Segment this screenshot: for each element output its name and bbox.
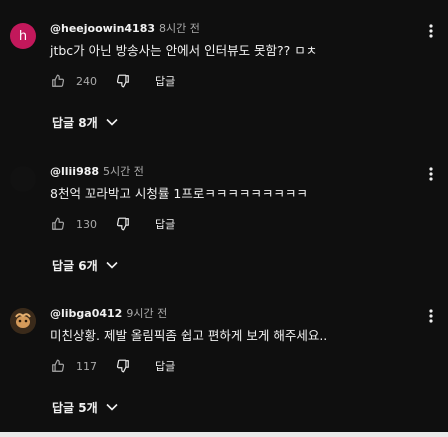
avatar-image bbox=[10, 308, 36, 334]
reply-button[interactable]: 답글 bbox=[155, 358, 175, 374]
replies-label: 답글 5개 bbox=[52, 400, 98, 415]
thumbs-up-icon[interactable] bbox=[50, 358, 66, 374]
like-count: 240 bbox=[76, 74, 97, 88]
replies-label: 답글 6개 bbox=[52, 258, 98, 273]
thumbs-up-icon[interactable] bbox=[50, 73, 66, 89]
comment-actions: 130 답글 bbox=[50, 215, 175, 233]
thumbs-down-icon[interactable] bbox=[115, 73, 131, 89]
thumbs-down-icon[interactable] bbox=[115, 216, 131, 232]
more-vert-icon[interactable] bbox=[424, 307, 438, 325]
comment-text: 8천억 꼬라박고 시청률 1프로ㅋㅋㅋㅋㅋㅋㅋㅋㅋ bbox=[50, 186, 308, 201]
replies-label: 답글 8개 bbox=[52, 115, 98, 130]
like-count: 130 bbox=[76, 217, 97, 231]
view-replies-button[interactable]: 답글 5개 bbox=[40, 395, 130, 419]
comment-header: @libga0412 9시간 전 bbox=[50, 307, 167, 321]
comment-text: jtbc가 아닌 방송사는 안에서 인터뷰도 못함?? ㅁㅊ bbox=[50, 43, 318, 58]
author-handle[interactable]: @libga0412 bbox=[50, 307, 122, 320]
avatar[interactable]: h bbox=[10, 23, 36, 49]
comment-header: @heejoowin4183 8시간 전 bbox=[50, 22, 200, 36]
chevron-down-icon bbox=[106, 403, 118, 411]
author-handle[interactable]: @heejoowin4183 bbox=[50, 22, 155, 35]
more-vert-icon[interactable] bbox=[424, 165, 438, 183]
comment-header: @llii988 5시간 전 bbox=[50, 165, 144, 179]
like-count: 117 bbox=[76, 359, 97, 373]
bottom-divider bbox=[0, 432, 448, 437]
thumbs-up-icon[interactable] bbox=[50, 216, 66, 232]
more-vert-icon[interactable] bbox=[424, 22, 438, 40]
timestamp[interactable]: 8시간 전 bbox=[159, 22, 200, 35]
reply-button[interactable]: 답글 bbox=[155, 216, 175, 232]
thumbs-down-icon[interactable] bbox=[115, 358, 131, 374]
chevron-down-icon bbox=[106, 118, 118, 126]
comment-text: 미친상황. 제발 올림픽좀 쉽고 편하게 보게 해주세요.. bbox=[50, 328, 328, 343]
chevron-down-icon bbox=[106, 261, 118, 269]
author-handle[interactable]: @llii988 bbox=[50, 165, 99, 178]
view-replies-button[interactable]: 답글 8개 bbox=[40, 110, 130, 134]
timestamp[interactable]: 5시간 전 bbox=[103, 165, 144, 178]
reply-button[interactable]: 답글 bbox=[155, 73, 175, 89]
avatar-letter: h bbox=[18, 28, 28, 44]
timestamp[interactable]: 9시간 전 bbox=[126, 307, 167, 320]
comment-actions: 117 답글 bbox=[50, 357, 175, 375]
avatar[interactable] bbox=[10, 166, 36, 192]
view-replies-button[interactable]: 답글 6개 bbox=[40, 253, 130, 277]
comment-actions: 240 답글 bbox=[50, 72, 175, 90]
avatar[interactable] bbox=[10, 308, 36, 334]
